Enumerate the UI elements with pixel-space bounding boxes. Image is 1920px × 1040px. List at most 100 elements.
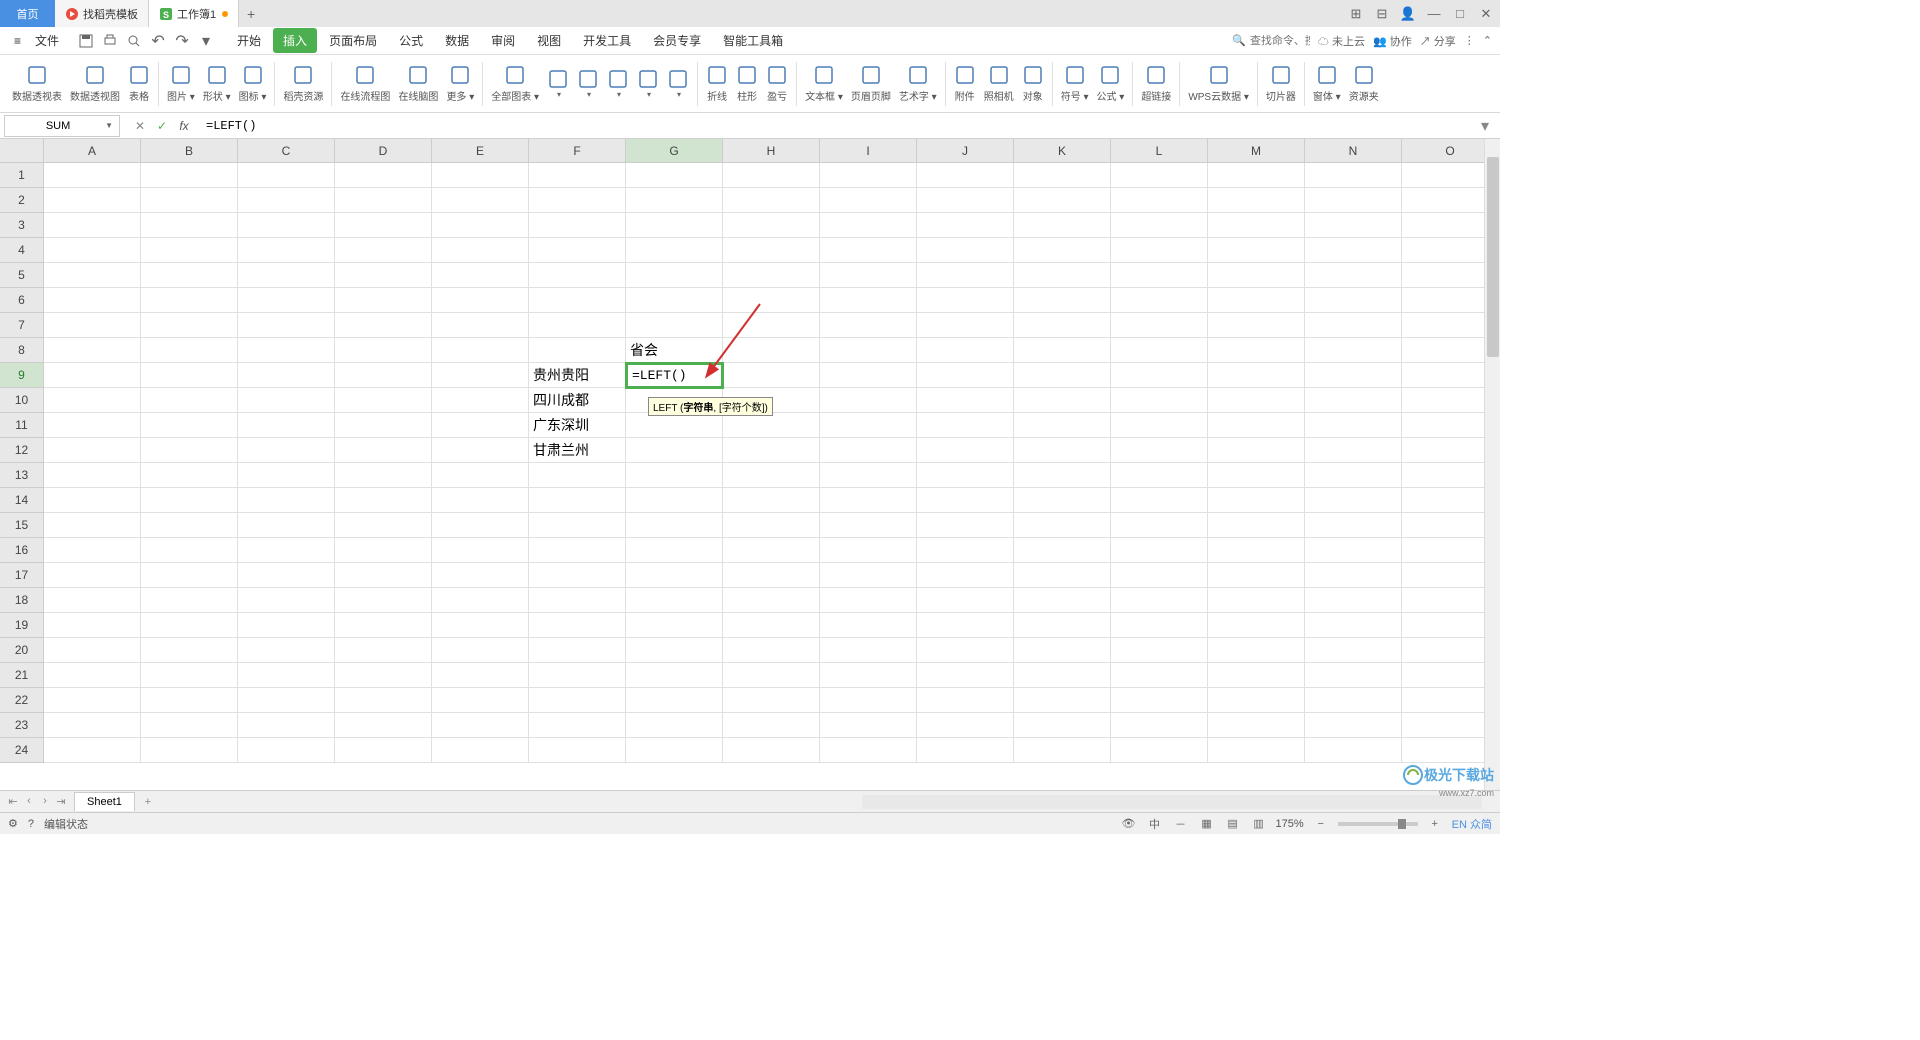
cell-B4[interactable]: [141, 238, 238, 263]
ribbon-盈亏[interactable]: 盈亏: [762, 62, 792, 105]
cell-C16[interactable]: [238, 538, 335, 563]
cell-F2[interactable]: [529, 188, 626, 213]
cell-E7[interactable]: [432, 313, 529, 338]
cell-N21[interactable]: [1305, 663, 1402, 688]
cell-C12[interactable]: [238, 438, 335, 463]
zoom-out-button[interactable]: −: [1312, 816, 1330, 832]
cell-B23[interactable]: [141, 713, 238, 738]
cell-L11[interactable]: [1111, 413, 1208, 438]
col-header-A[interactable]: A: [44, 139, 141, 163]
cell-M7[interactable]: [1208, 313, 1305, 338]
ribbon-WPS云数据[interactable]: WPS云数据 ▾: [1184, 62, 1253, 105]
cell-A15[interactable]: [44, 513, 141, 538]
cell-G6[interactable]: [626, 288, 723, 313]
select-all-corner[interactable]: [0, 139, 44, 163]
cell-H1[interactable]: [723, 163, 820, 188]
cell-F3[interactable]: [529, 213, 626, 238]
cell-B18[interactable]: [141, 588, 238, 613]
cell-B9[interactable]: [141, 363, 238, 388]
cell-N16[interactable]: [1305, 538, 1402, 563]
cell-D1[interactable]: [335, 163, 432, 188]
cell-I7[interactable]: [820, 313, 917, 338]
ribbon-页眉页脚[interactable]: 页眉页脚: [847, 62, 895, 105]
cell-E15[interactable]: [432, 513, 529, 538]
row-header-16[interactable]: 16: [0, 538, 44, 563]
cell-L9[interactable]: [1111, 363, 1208, 388]
cell-G9[interactable]: =LEFT(): [626, 363, 723, 388]
row-header-6[interactable]: 6: [0, 288, 44, 313]
cell-E22[interactable]: [432, 688, 529, 713]
cell-D12[interactable]: [335, 438, 432, 463]
cell-I10[interactable]: [820, 388, 917, 413]
cell-N6[interactable]: [1305, 288, 1402, 313]
ribbon-chart5[interactable]: ▾: [663, 66, 693, 101]
cell-J7[interactable]: [917, 313, 1014, 338]
cell-F7[interactable]: [529, 313, 626, 338]
cell-H5[interactable]: [723, 263, 820, 288]
row-header-2[interactable]: 2: [0, 188, 44, 213]
view-cn-icon[interactable]: 中: [1146, 816, 1164, 832]
cell-N2[interactable]: [1305, 188, 1402, 213]
cell-A3[interactable]: [44, 213, 141, 238]
row-header-14[interactable]: 14: [0, 488, 44, 513]
cell-H19[interactable]: [723, 613, 820, 638]
cell-I21[interactable]: [820, 663, 917, 688]
cell-H9[interactable]: [723, 363, 820, 388]
sheet-next-icon[interactable]: ›: [38, 795, 52, 808]
cell-J18[interactable]: [917, 588, 1014, 613]
view-normal-icon[interactable]: ▦: [1198, 816, 1216, 832]
cell-N5[interactable]: [1305, 263, 1402, 288]
cell-D2[interactable]: [335, 188, 432, 213]
ribbon-切片器[interactable]: 切片器: [1262, 62, 1300, 105]
cell-L21[interactable]: [1111, 663, 1208, 688]
cell-L8[interactable]: [1111, 338, 1208, 363]
cell-J11[interactable]: [917, 413, 1014, 438]
cell-G15[interactable]: [626, 513, 723, 538]
cell-H8[interactable]: [723, 338, 820, 363]
cell-K2[interactable]: [1014, 188, 1111, 213]
cell-I8[interactable]: [820, 338, 917, 363]
cell-F18[interactable]: [529, 588, 626, 613]
sheet-last-icon[interactable]: ⇥: [54, 795, 68, 808]
cell-E6[interactable]: [432, 288, 529, 313]
cell-K18[interactable]: [1014, 588, 1111, 613]
file-menu[interactable]: 文件: [29, 30, 65, 51]
confirm-formula-icon[interactable]: ✓: [154, 118, 170, 134]
cell-L12[interactable]: [1111, 438, 1208, 463]
row-header-8[interactable]: 8: [0, 338, 44, 363]
cell-J22[interactable]: [917, 688, 1014, 713]
cell-A13[interactable]: [44, 463, 141, 488]
cell-M13[interactable]: [1208, 463, 1305, 488]
cell-B21[interactable]: [141, 663, 238, 688]
menu-toggle-button[interactable]: ≡: [8, 32, 27, 50]
cell-G19[interactable]: [626, 613, 723, 638]
zoom-in-button[interactable]: +: [1426, 816, 1444, 832]
ribbon-折线[interactable]: 折线: [702, 62, 732, 105]
cell-M9[interactable]: [1208, 363, 1305, 388]
ribbon-形状[interactable]: 形状 ▾: [199, 62, 235, 105]
cell-B17[interactable]: [141, 563, 238, 588]
cell-I14[interactable]: [820, 488, 917, 513]
maximize-button[interactable]: □: [1450, 4, 1470, 24]
cell-G20[interactable]: [626, 638, 723, 663]
cell-F21[interactable]: [529, 663, 626, 688]
cell-D3[interactable]: [335, 213, 432, 238]
cell-M23[interactable]: [1208, 713, 1305, 738]
menu-tab-4[interactable]: 数据: [435, 28, 479, 53]
cell-G18[interactable]: [626, 588, 723, 613]
ribbon-在线脑图[interactable]: 在线脑图: [394, 62, 442, 105]
cell-F9[interactable]: 贵州贵阳: [529, 363, 626, 388]
cancel-formula-icon[interactable]: ✕: [132, 118, 148, 134]
cell-J4[interactable]: [917, 238, 1014, 263]
cell-H4[interactable]: [723, 238, 820, 263]
cell-G24[interactable]: [626, 738, 723, 763]
cell-H24[interactable]: [723, 738, 820, 763]
cell-C23[interactable]: [238, 713, 335, 738]
row-header-7[interactable]: 7: [0, 313, 44, 338]
cell-C2[interactable]: [238, 188, 335, 213]
cell-A10[interactable]: [44, 388, 141, 413]
cell-N7[interactable]: [1305, 313, 1402, 338]
cell-J21[interactable]: [917, 663, 1014, 688]
cell-G3[interactable]: [626, 213, 723, 238]
minimize-button[interactable]: —: [1424, 4, 1444, 24]
